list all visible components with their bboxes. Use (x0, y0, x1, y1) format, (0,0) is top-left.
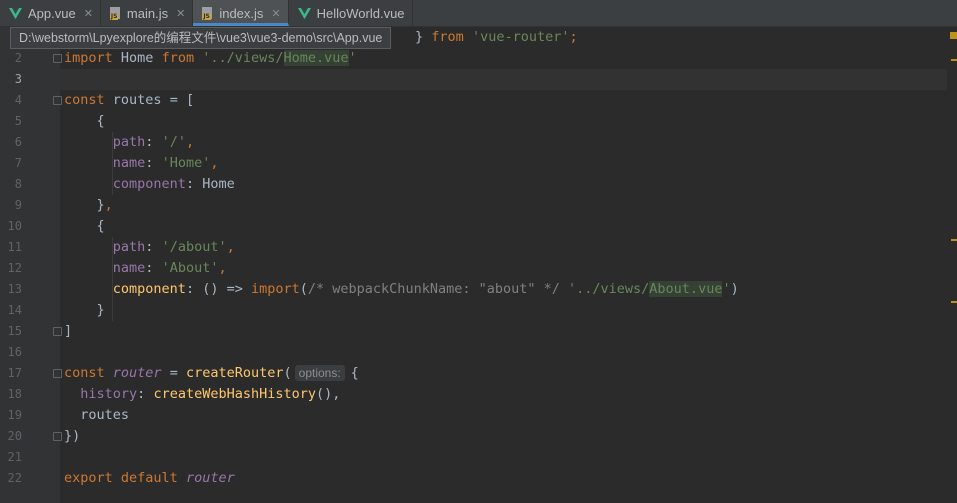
code-line-1: } from 'vue-router'; (415, 29, 578, 45)
code-line-7: name: 'Home', (112, 155, 219, 171)
line-number: 9 (14, 198, 22, 212)
parameter-hint: options: (294, 365, 345, 381)
editor-tab-bar: App.vue ✕ JS main.js ✕ JS index.js ✕ Hel… (0, 0, 957, 27)
tab-helloworld-vue[interactable]: HelloWorld.vue (289, 0, 413, 26)
code-line-19: routes (80, 407, 130, 423)
tab-label: HelloWorld.vue (316, 5, 405, 21)
code-line-10: { (96, 218, 105, 234)
current-line-highlight (60, 69, 947, 90)
line-number: 6 (14, 135, 22, 149)
error-stripe[interactable] (947, 27, 957, 503)
warning-marker[interactable] (951, 301, 957, 303)
code-line-22: export default router (64, 470, 235, 486)
line-number: 18 (7, 387, 22, 401)
line-number-gutter: 2 3 4 5 6 7 8 9 10 11 12 13 14 15 16 17 … (0, 27, 62, 503)
code-line-2: import Home from '../views/Home.vue' (64, 50, 357, 66)
vue-icon (9, 7, 22, 19)
line-number: 11 (7, 240, 22, 254)
line-number: 20 (7, 429, 22, 443)
line-number: 4 (14, 93, 22, 107)
close-icon[interactable]: ✕ (176, 7, 185, 20)
line-number: 17 (7, 366, 22, 380)
inspection-status-icon[interactable] (950, 32, 957, 39)
line-number: 16 (7, 345, 22, 359)
line-number: 10 (7, 219, 22, 233)
code-line-6: path: '/', (112, 134, 195, 150)
tab-label: App.vue (28, 5, 76, 21)
tab-label: main.js (126, 5, 169, 21)
code-line-20: }) (64, 428, 81, 444)
tab-app-vue[interactable]: App.vue ✕ (0, 0, 101, 26)
code-line-12: name: 'About', (112, 260, 227, 276)
line-number: 12 (7, 261, 22, 275)
code-line-17: const router = createRouter(options:{ (64, 365, 359, 381)
warning-marker[interactable] (951, 239, 957, 241)
close-icon[interactable]: ✕ (84, 7, 93, 20)
code-editor[interactable]: } from 'vue-router'; import Home from '.… (60, 27, 947, 503)
tab-index-js[interactable]: JS index.js ✕ (193, 0, 289, 26)
code-line-4: const routes = [ (64, 92, 195, 108)
tab-label: index.js (219, 5, 264, 21)
code-line-18: history: createWebHashHistory(), (80, 386, 341, 402)
line-number: 3 (14, 72, 22, 86)
js-badge: JS (109, 12, 119, 20)
line-number: 22 (7, 471, 22, 485)
code-line-11: path: '/about', (112, 239, 235, 255)
js-file-icon: JS (109, 6, 121, 20)
line-number: 2 (14, 51, 22, 65)
line-number: 7 (14, 156, 22, 170)
line-number: 21 (7, 450, 22, 464)
line-number: 5 (14, 114, 22, 128)
vue-icon (297, 7, 311, 19)
code-line-14: } (96, 302, 105, 318)
line-number: 19 (7, 408, 22, 422)
line-number: 15 (7, 324, 22, 338)
line-number: 13 (7, 282, 22, 296)
js-badge: JS (202, 12, 211, 20)
line-number: 8 (14, 177, 22, 191)
file-path-tooltip: D:\webstorm\Lpyexplore的编程文件\vue3\vue3-de… (10, 27, 392, 49)
line-number: 14 (7, 303, 22, 317)
code-line-8: component: Home (112, 176, 235, 192)
code-line-13: component: () => import(/* webpackChunkN… (112, 281, 739, 297)
code-line-5: { (96, 113, 105, 129)
tab-main-js[interactable]: JS main.js ✕ (101, 0, 194, 26)
code-line-9: }, (96, 197, 113, 213)
js-file-icon: JS (202, 6, 213, 20)
warning-marker[interactable] (951, 59, 957, 61)
code-line-15: ] (64, 323, 73, 339)
close-icon[interactable]: ✕ (271, 7, 280, 20)
